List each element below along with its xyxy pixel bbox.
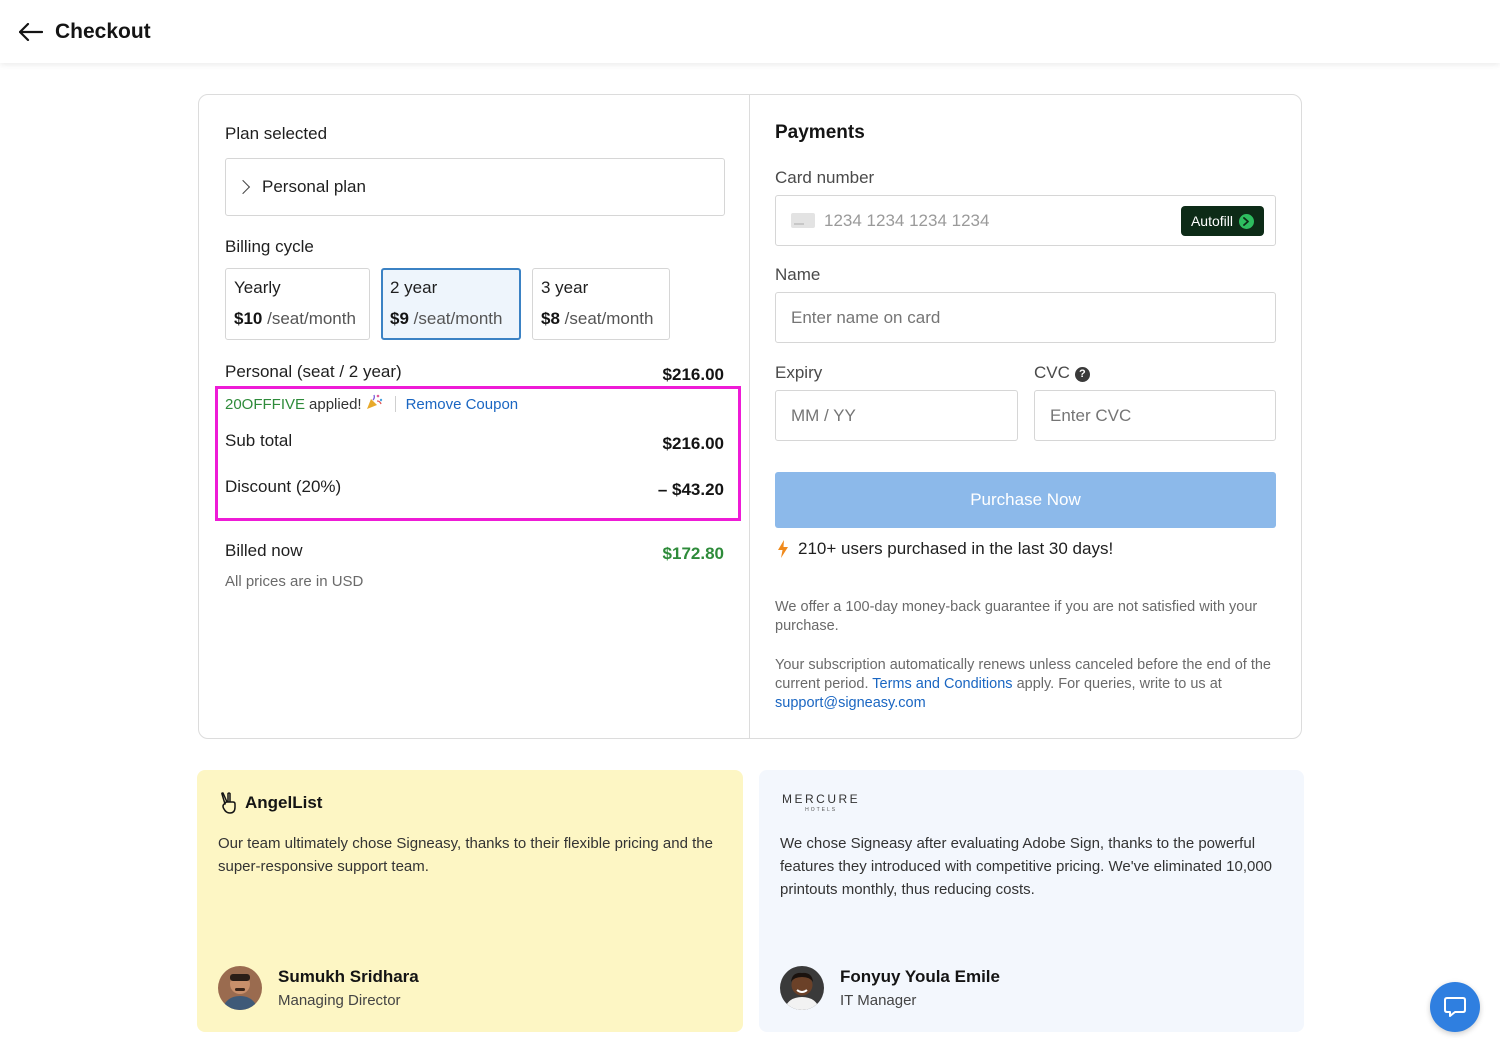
brand-name: AngelList	[245, 793, 323, 812]
cvc-label: CVC	[1034, 363, 1070, 382]
autofill-button[interactable]: Autofill	[1180, 206, 1264, 236]
chevron-right-icon	[235, 179, 251, 195]
avatar	[780, 966, 824, 1010]
page-title: Checkout	[55, 19, 151, 43]
name-label: Name	[775, 265, 821, 284]
testimonial-quote: Our team ultimately chose Signeasy, than…	[218, 835, 713, 875]
checkout-card: Plan selected Personal plan Billing cycl…	[198, 94, 1302, 739]
billing-option-name: 3 year	[541, 278, 589, 297]
billing-option-2-year[interactable]: 2 year $9 /seat/month	[381, 268, 521, 340]
billing-option-name: 2 year	[390, 278, 438, 297]
lightning-bolt-icon	[778, 540, 788, 558]
cvc-field[interactable]	[1034, 390, 1276, 441]
testimonial-quote: We chose Signeasy after evaluating Adobe…	[780, 835, 1273, 898]
billing-option-price: $10 /seat/month	[234, 309, 356, 328]
help-icon[interactable]: ?	[1074, 366, 1090, 382]
plan-selector[interactable]: Personal plan	[225, 158, 725, 216]
person-role: IT Manager	[840, 992, 917, 1009]
card-number-placeholder: 1234 1234 1234 1234	[824, 210, 990, 230]
peace-hand-icon	[221, 792, 236, 814]
top-bar: Checkout	[0, 0, 1500, 63]
coupon-status: 20OFFFIVE applied! Remove Coupon	[225, 393, 518, 415]
billing-option-yearly[interactable]: Yearly $10 /seat/month	[225, 268, 370, 340]
name-on-card-field[interactable]	[775, 292, 1276, 343]
testimonial-card: MERCURE HOTELS We chose Signeasy after e…	[759, 770, 1304, 1032]
credit-card-icon	[791, 213, 815, 228]
expiry-label: Expiry	[775, 363, 823, 382]
support-email-link[interactable]: support@signeasy.com	[775, 695, 926, 711]
billed-now-label: Billed now	[225, 541, 303, 560]
purchase-now-button[interactable]: Purchase Now	[775, 472, 1276, 528]
brand-logo: MERCURE HOTELS	[782, 792, 860, 813]
plan-selected-label: Plan selected	[225, 124, 328, 143]
testimonial-card: AngelList Our team ultimately chose Sign…	[197, 770, 743, 1032]
person-name: Fonyuy Youla Emile	[840, 967, 1000, 986]
billing-option-price: $9 /seat/month	[390, 309, 503, 328]
payments-title: Payments	[775, 122, 865, 143]
billed-now-amount: $172.80	[662, 544, 724, 563]
expiry-field[interactable]	[775, 390, 1018, 441]
coupon-code: 20OFFFIVE	[225, 395, 306, 413]
remove-coupon-link[interactable]: Remove Coupon	[406, 396, 519, 413]
back-arrow-icon[interactable]	[18, 19, 44, 45]
brand-name: MERCURE	[782, 792, 861, 806]
billing-option-price: $8 /seat/month	[541, 309, 654, 328]
brand-logo: AngelList	[219, 792, 322, 814]
autofill-label: Autofill	[1190, 213, 1233, 229]
terms-link[interactable]: Terms and Conditions	[872, 676, 1012, 692]
chat-bubble-icon	[1444, 997, 1466, 1017]
billing-option-name: Yearly	[234, 278, 281, 297]
cvc-label-group: CVC?	[1034, 363, 1090, 383]
subtotal-label: Sub total	[225, 431, 293, 450]
card-number-label: Card number	[775, 168, 875, 187]
avatar	[218, 966, 262, 1010]
subtotal-amount: $216.00	[662, 434, 724, 453]
billing-cycle-label: Billing cycle	[225, 237, 314, 256]
card-number-field[interactable]: 1234 1234 1234 1234 Autofill	[775, 195, 1276, 246]
payment-panel: Payments Card number 1234 1234 1234 1234…	[750, 95, 1302, 738]
billing-option-3-year[interactable]: 3 year $8 /seat/month	[532, 268, 670, 340]
divider	[394, 396, 396, 412]
plan-name: Personal plan	[262, 177, 366, 196]
money-back-guarantee: We offer a 100-day money-back guarantee …	[775, 599, 1258, 634]
party-popper-icon	[365, 393, 383, 415]
coupon-applied-text: applied!	[309, 395, 362, 413]
renewal-notice: Your subscription automatically renews u…	[775, 656, 1275, 713]
brand-subtitle: HOTELS	[805, 807, 838, 813]
chat-support-button[interactable]	[1430, 982, 1480, 1032]
line-item-amount: $216.00	[662, 365, 724, 384]
social-proof: 210+ users purchased in the last 30 days…	[777, 539, 1113, 559]
currency-note: All prices are in USD	[225, 573, 364, 590]
social-proof-text: 210+ users purchased in the last 30 days…	[798, 539, 1114, 558]
plan-summary-panel: Plan selected Personal plan Billing cycl…	[199, 95, 750, 738]
renewal-text-middle: apply. For queries, write to us at	[1016, 676, 1222, 692]
discount-amount: – $43.20	[657, 480, 724, 499]
person-name: Sumukh Sridhara	[278, 967, 419, 986]
discount-label: Discount (20%)	[225, 477, 342, 496]
line-item-label: Personal (seat / 2 year)	[225, 362, 402, 381]
person-role: Managing Director	[278, 992, 401, 1009]
arrow-right-circle-icon	[1239, 213, 1254, 229]
